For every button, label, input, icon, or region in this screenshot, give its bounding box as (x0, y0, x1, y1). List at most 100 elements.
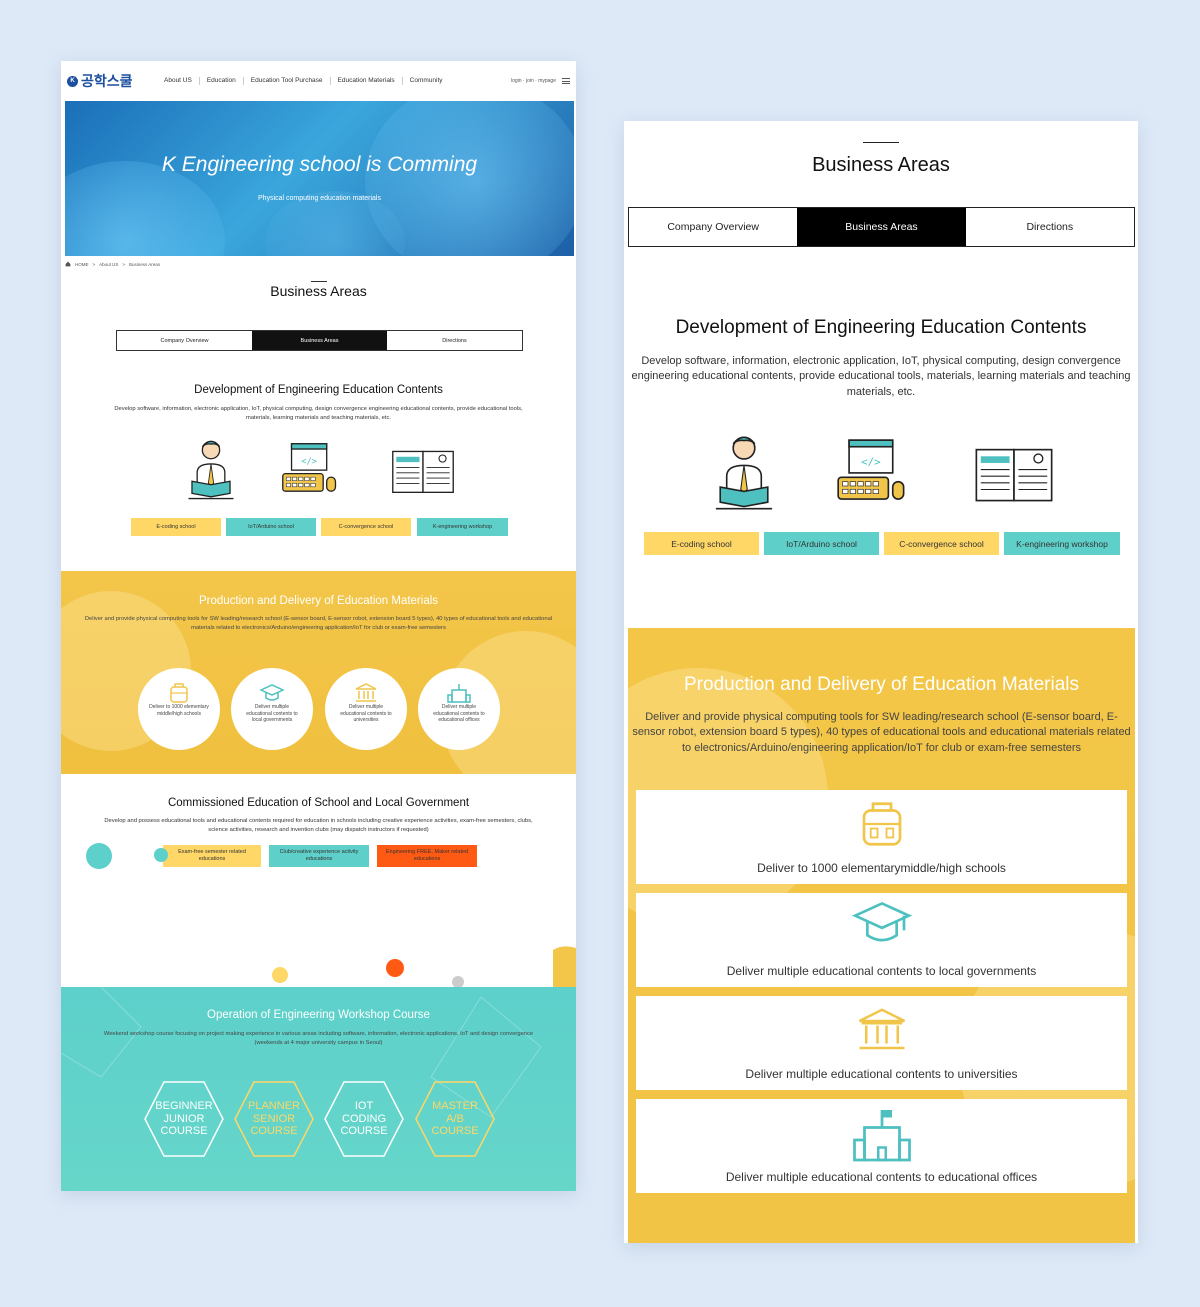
page-title-zoom: Business Areas (812, 154, 950, 176)
desktop-page-preview: K 공학스쿨 About US Education Education Tool… (61, 61, 576, 1191)
commissioned-section: Commissioned Education of School and Loc… (61, 774, 576, 1036)
delivery-offices-label: Deliver multiple educational contents to… (725, 1170, 1038, 1184)
circle-schools-label: Deliver to 1000 elementary middle/high s… (149, 704, 209, 717)
page-title: Business Areas (270, 283, 367, 299)
tag-k-engineering-zoom[interactable]: K-engineering workshop (1004, 532, 1120, 555)
section-tabs: Company Overview Business Areas Directio… (116, 330, 523, 351)
production-title: Production and Delivery of Education Mat… (198, 595, 439, 607)
title-divider-zoom (863, 142, 899, 143)
tag-exam-free[interactable]: Exam-free semester related educations (163, 845, 261, 867)
main-menu: About US Education Education Tool Purcha… (157, 77, 450, 85)
delivery-local-gov-label: Deliver multiple educational contents to… (726, 964, 1037, 978)
course-beginner-label: BEGINNER JUNIOR COURSE (155, 1100, 213, 1138)
coding-computer-icon-zoom: </> (837, 439, 905, 500)
mobile-detail-preview: Business Areas Company Overview Business… (624, 121, 1138, 1243)
tab-directions[interactable]: Directions (387, 331, 522, 350)
breadcrumb: HOME > About US > Business Areas (65, 261, 160, 267)
university-building-icon-zoom (858, 1008, 905, 1050)
svg-text:</>: </> (861, 455, 881, 468)
menu-community[interactable]: Community (403, 77, 450, 85)
production-description-zoom: Deliver and provide physical computing t… (632, 711, 1131, 754)
circle-schools: Deliver to 1000 elementary middle/high s… (138, 668, 220, 750)
hamburger-menu-icon[interactable] (562, 78, 570, 84)
breadcrumb-current: Business Areas (129, 261, 161, 267)
open-book-icon (392, 450, 454, 493)
circle-local-gov-label: Deliver multiple educational contents to… (246, 704, 298, 723)
tag-engineering-free[interactable]: Engineering FREE, Maker related educatio… (377, 845, 477, 867)
school-building-icon (447, 684, 471, 703)
user-links[interactable]: login · join · mypage (511, 78, 556, 84)
graduation-cap-icon-zoom (851, 901, 912, 942)
hero-banner: K Engineering school is Comming Physical… (65, 101, 574, 256)
course-master-ab[interactable]: MASTER A/B COURSE (415, 1081, 495, 1157)
tag-club-creative[interactable]: Club/creative experience activity educat… (269, 845, 369, 867)
circle-universities: Deliver multiple educational contents to… (325, 668, 407, 750)
circle-local-gov: Deliver multiple educational contents to… (231, 668, 313, 750)
graduation-cap-icon (259, 684, 285, 701)
course-planner-senior[interactable]: PLANNER SENIOR COURSE (234, 1081, 314, 1157)
tab-company-overview-zoom[interactable]: Company Overview (629, 208, 797, 246)
home-icon[interactable] (65, 261, 71, 267)
backpack-icon-zoom (862, 802, 901, 846)
development-description: Develop software, information, electroni… (114, 406, 523, 421)
title-divider (311, 281, 327, 282)
student-reading-icon (188, 440, 234, 500)
student-reading-icon-zoom (715, 436, 773, 510)
tab-business-areas-zoom[interactable]: Business Areas (797, 208, 966, 246)
delivery-box-schools: Deliver to 1000 elementarymiddle/high sc… (636, 790, 1127, 884)
commissioned-description: Develop and possess educational tools an… (104, 818, 533, 833)
menu-tool-purchase[interactable]: Education Tool Purchase (244, 77, 331, 85)
development-title-zoom: Development of Engineering Education Con… (675, 317, 1087, 338)
tag-e-coding-zoom[interactable]: E-coding school (644, 532, 759, 555)
menu-education[interactable]: Education (200, 77, 244, 85)
tag-c-convergence-zoom[interactable]: C-convergence school (884, 532, 999, 555)
university-building-icon (355, 683, 377, 702)
menu-about-us[interactable]: About US (157, 77, 200, 85)
hero-title: K Engineering school is Comming (161, 153, 478, 176)
development-description-zoom: Develop software, information, electroni… (631, 355, 1131, 398)
breadcrumb-about[interactable]: About US (99, 262, 118, 267)
school-building-icon-zoom (852, 1110, 911, 1162)
circle-offices: Deliver multiple educational contents to… (418, 668, 500, 750)
production-section-zoom: Production and Delivery of Education Mat… (628, 628, 1135, 1243)
delivery-schools-label: Deliver to 1000 elementarymiddle/high sc… (757, 861, 1006, 875)
circle-universities-label: Deliver multiple educational contents to… (340, 704, 392, 723)
production-title-zoom: Production and Delivery of Education Mat… (684, 674, 1079, 695)
development-title: Development of Engineering Education Con… (194, 384, 443, 396)
production-section: Production and Delivery of Education Mat… (61, 571, 576, 774)
workshop-title: Operation of Engineering Workshop Course (207, 1009, 430, 1021)
course-iot-coding[interactable]: IOT CODING COURSE (324, 1081, 404, 1157)
top-navigation: K 공학스쿨 About US Education Education Tool… (61, 61, 576, 101)
delivery-box-local-gov: Deliver multiple educational contents to… (636, 893, 1127, 987)
workshop-section: Operation of Engineering Workshop Course… (61, 987, 576, 1191)
tag-iot-arduino-zoom[interactable]: IoT/Arduino school (764, 532, 879, 555)
tag-iot-arduino[interactable]: IoT/Arduino school (226, 518, 316, 536)
delivery-box-offices: Deliver multiple educational contents to… (636, 1099, 1127, 1193)
section-tabs-zoom: Company Overview Business Areas Directio… (628, 207, 1135, 247)
tag-k-engineering[interactable]: K-engineering workshop (417, 518, 508, 536)
production-description: Deliver and provide physical computing t… (84, 616, 553, 631)
svg-text:</>: </> (301, 457, 317, 467)
course-planner-label: PLANNER SENIOR COURSE (248, 1100, 300, 1138)
site-logo[interactable]: K 공학스쿨 (67, 71, 157, 91)
tag-c-convergence[interactable]: C-convergence school (321, 518, 411, 536)
delivery-universities-label: Deliver multiple educational contents to… (745, 1067, 1018, 1081)
tab-company-overview[interactable]: Company Overview (117, 331, 252, 350)
hero-subtitle: Physical computing education materials (258, 195, 381, 202)
course-master-label: MASTER A/B COURSE (431, 1100, 479, 1138)
open-book-icon-zoom (975, 448, 1053, 502)
tag-e-coding[interactable]: E-coding school (131, 518, 221, 536)
course-beginner-junior[interactable]: BEGINNER JUNIOR COURSE (144, 1081, 224, 1157)
logo-badge: K (67, 75, 78, 87)
menu-materials[interactable]: Education Materials (331, 77, 403, 85)
course-iot-label: IOT CODING COURSE (340, 1100, 388, 1138)
logo-text: 공학스쿨 (81, 74, 133, 90)
circle-offices-label: Deliver multiple educational contents to… (433, 704, 485, 723)
workshop-description: Weekend workshop course focusing on proj… (103, 1031, 534, 1046)
tab-directions-zoom[interactable]: Directions (966, 208, 1134, 246)
commissioned-title: Commissioned Education of School and Loc… (167, 797, 470, 809)
tab-business-areas[interactable]: Business Areas (252, 331, 387, 350)
breadcrumb-home[interactable]: HOME (75, 262, 89, 267)
delivery-box-universities: Deliver multiple educational contents to… (636, 996, 1127, 1090)
backpack-icon (170, 683, 188, 703)
